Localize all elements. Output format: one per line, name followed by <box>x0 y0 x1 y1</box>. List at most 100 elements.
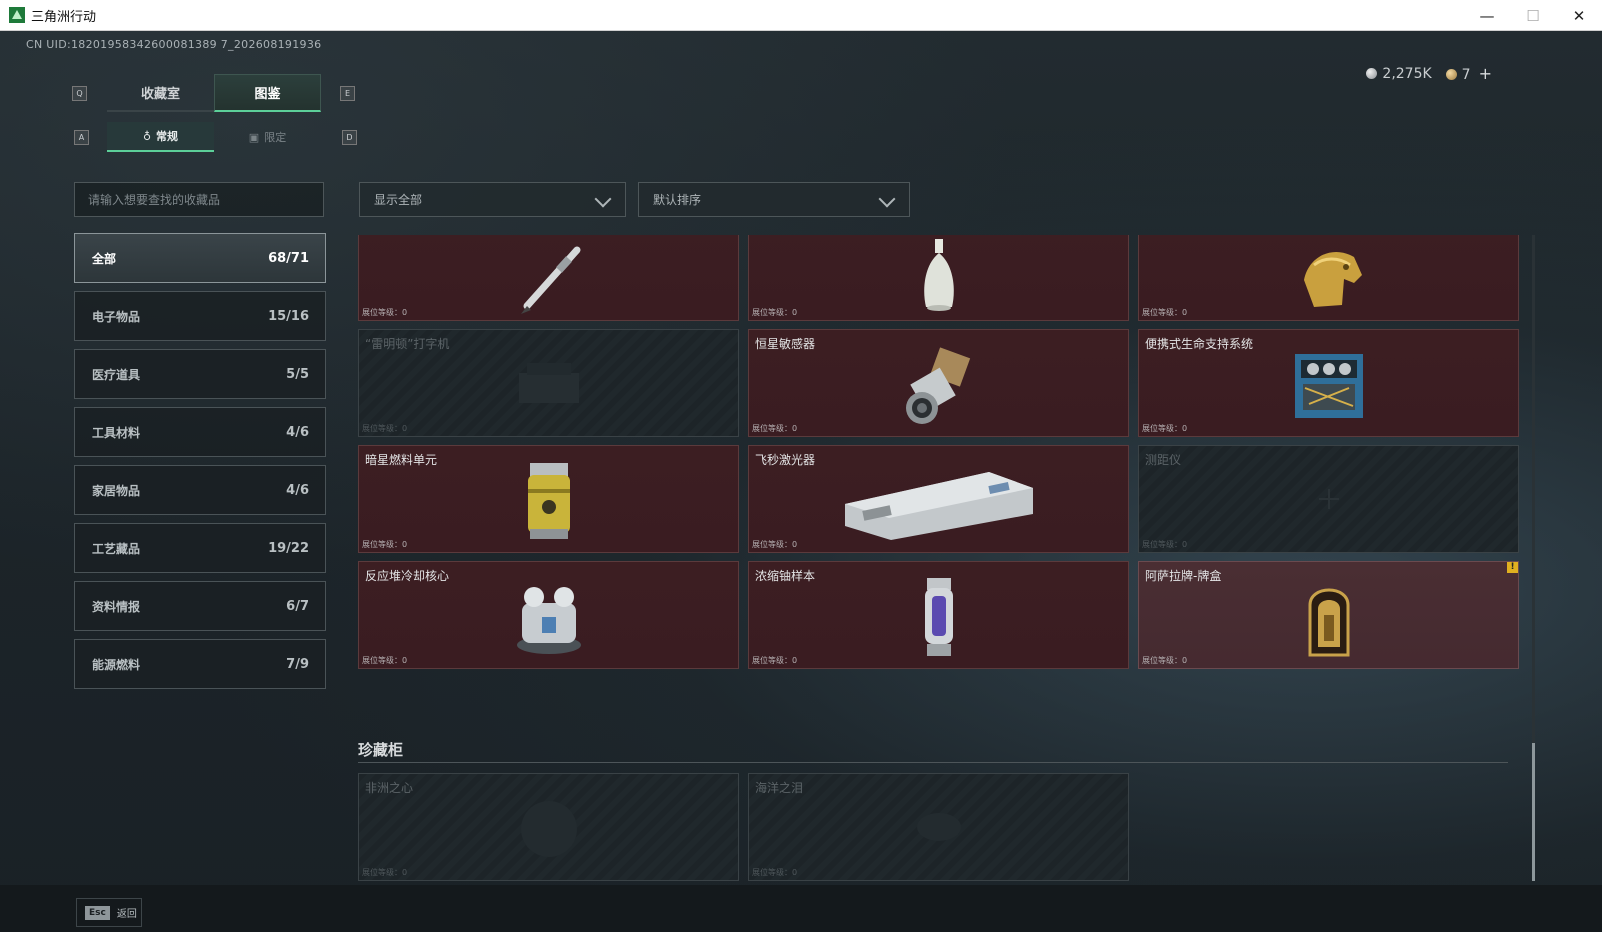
display-filter-select[interactable]: 显示全部 <box>359 182 626 217</box>
search-input[interactable]: 请输入想要查找的收藏品 <box>74 182 324 217</box>
category-electronics[interactable]: 电子物品 15/16 <box>74 291 326 341</box>
sort-value: 默认排序 <box>653 193 702 207</box>
card-level: 展位等级：0 <box>362 308 408 317</box>
subtab-limited[interactable]: ▣ 限定 <box>214 122 321 152</box>
window-titlebar: 三角洲行动 — ☐ ✕ <box>0 0 1602 31</box>
collection-card[interactable]: 暗星燃料单元 展位等级：0 <box>358 445 739 553</box>
sort-select[interactable]: 默认排序 <box>638 182 910 217</box>
collection-card[interactable]: 海洋之泪 展位等级：0 <box>748 773 1129 881</box>
card-level: 展位等级：0 <box>752 424 798 433</box>
main-tabs: 收藏室 图鉴 <box>107 74 321 112</box>
fuel-cell-icon <box>527 463 570 540</box>
gold-amount: 7 <box>1461 67 1471 83</box>
silver-currency: 2,275K <box>1366 65 1432 82</box>
card-title: 阿萨拉牌-牌盒 <box>1145 569 1222 583</box>
card-level: 展位等级：0 <box>1142 308 1188 317</box>
app-logo-icon <box>9 7 25 23</box>
card-level: 展位等级：0 <box>362 656 408 665</box>
card-title: 浓缩铀样本 <box>755 569 816 583</box>
golden-horse-head-icon <box>1303 252 1362 308</box>
warning-icon: ! <box>1507 562 1518 573</box>
collection-card[interactable]: 非洲之心 展位等级：0 <box>358 773 739 881</box>
key-hint-e: E <box>340 86 355 101</box>
display-filter-value: 显示全部 <box>374 193 423 207</box>
card-title: “雷明顿”打字机 <box>365 337 450 351</box>
collection-card[interactable]: 浓缩铀样本 展位等级：0 <box>748 561 1129 669</box>
collection-card[interactable]: 飞秒激光器 展位等级：0 <box>748 445 1129 553</box>
collection-card[interactable]: 测距仪 展位等级：0 <box>1138 445 1519 553</box>
showcase-section-title: 珍藏柜 <box>358 741 404 759</box>
collection-grid: 展位等级：0 展位等级：0 展位等级：0 “雷明顿”打字机 展位等级：0 恒星敏… <box>358 235 1538 881</box>
minimize-button[interactable]: — <box>1464 0 1510 31</box>
collection-card[interactable]: 便携式生命支持系统 展位等级：0 <box>1138 329 1519 437</box>
card-level: 展位等级：0 <box>752 868 798 877</box>
gold-currency: 7 + <box>1445 64 1492 83</box>
game-viewport: CN UID:18201958342600081389 7_2026081919… <box>0 31 1602 932</box>
collection-card[interactable]: 反应堆冷却核心 展位等级：0 <box>358 561 739 669</box>
card-title: 反应堆冷却核心 <box>365 569 450 583</box>
collection-card[interactable]: 展位等级：0 <box>748 235 1129 321</box>
maximize-button[interactable]: ☐ <box>1510 0 1556 31</box>
category-label: 电子物品 <box>92 309 141 324</box>
collection-card[interactable]: 展位等级：0 <box>1138 235 1519 321</box>
card-level: 展位等级：0 <box>1142 656 1188 665</box>
window-controls: — ☐ ✕ <box>1464 0 1602 31</box>
collection-card[interactable]: 恒星敏感器 展位等级：0 <box>748 329 1129 437</box>
category-count: 5/5 <box>286 366 309 382</box>
bottle-icon: ♁ <box>142 129 152 143</box>
category-label: 家居物品 <box>92 483 141 498</box>
back-button[interactable]: Esc 返回 <box>76 898 142 927</box>
category-all[interactable]: 全部 68/71 <box>74 233 326 283</box>
card-title: 海洋之泪 <box>755 781 804 795</box>
image-icon: ▣ <box>248 130 260 144</box>
card-title: 非洲之心 <box>365 781 414 795</box>
card-level: 展位等级：0 <box>1142 540 1188 549</box>
chevron-down-icon <box>594 190 612 208</box>
subtab-limited-label: 限定 <box>264 131 287 144</box>
grid-scrollbar-thumb[interactable] <box>1532 743 1535 881</box>
category-tools[interactable]: 工具材料 4/6 <box>74 407 326 457</box>
category-household[interactable]: 家居物品 4/6 <box>74 465 326 515</box>
category-label: 资料情报 <box>92 599 141 614</box>
key-hint-d: D <box>342 130 357 145</box>
card-level: 展位等级：0 <box>1142 424 1188 433</box>
category-label: 能源燃料 <box>92 657 141 672</box>
bottom-bar: Esc 返回 <box>0 885 1602 932</box>
card-level: 展位等级：0 <box>752 308 798 317</box>
key-hint-q: Q <box>72 86 87 101</box>
collection-card[interactable]: 阿萨拉牌-牌盒 ! 展位等级：0 <box>1138 561 1519 669</box>
card-level: 展位等级：0 <box>362 424 408 433</box>
category-count: 68/71 <box>268 250 309 266</box>
category-label: 医疗道具 <box>92 367 141 382</box>
typewriter-icon <box>518 363 579 403</box>
close-button[interactable]: ✕ <box>1556 0 1602 31</box>
add-currency-button[interactable]: + <box>1479 64 1492 83</box>
category-energy[interactable]: 能源燃料 7/9 <box>74 639 326 689</box>
category-label: 全部 <box>92 251 117 266</box>
rangefinder-icon <box>1318 489 1339 509</box>
uranium-sample-icon <box>924 578 953 657</box>
pen-icon <box>520 246 580 314</box>
silver-coin-icon <box>1366 67 1378 79</box>
card-level: 展位等级：0 <box>362 540 408 549</box>
category-count: 7/9 <box>286 656 309 672</box>
tab-collection-room[interactable]: 收藏室 <box>107 74 214 112</box>
category-crafts[interactable]: 工艺藏品 19/22 <box>74 523 326 573</box>
silver-amount: 2,275K <box>1382 65 1432 82</box>
card-title: 测距仪 <box>1145 453 1182 467</box>
category-medical[interactable]: 医疗道具 5/5 <box>74 349 326 399</box>
category-count: 6/7 <box>286 598 309 614</box>
life-support-icon <box>1294 354 1363 419</box>
vase-icon <box>923 239 954 312</box>
collection-card[interactable]: 展位等级：0 <box>358 235 739 321</box>
collection-card[interactable]: “雷明顿”打字机 展位等级：0 <box>358 329 739 437</box>
subtab-regular[interactable]: ♁ 常规 <box>107 122 214 152</box>
category-intel[interactable]: 资料情报 6/7 <box>74 581 326 631</box>
card-box-icon <box>1308 588 1349 657</box>
diamond-icon <box>520 801 577 857</box>
tab-catalog[interactable]: 图鉴 <box>214 74 321 112</box>
card-title: 恒星敏感器 <box>755 337 816 351</box>
card-title: 飞秒激光器 <box>755 453 816 467</box>
subtab-regular-label: 常规 <box>156 130 179 143</box>
category-count: 4/6 <box>286 482 309 498</box>
